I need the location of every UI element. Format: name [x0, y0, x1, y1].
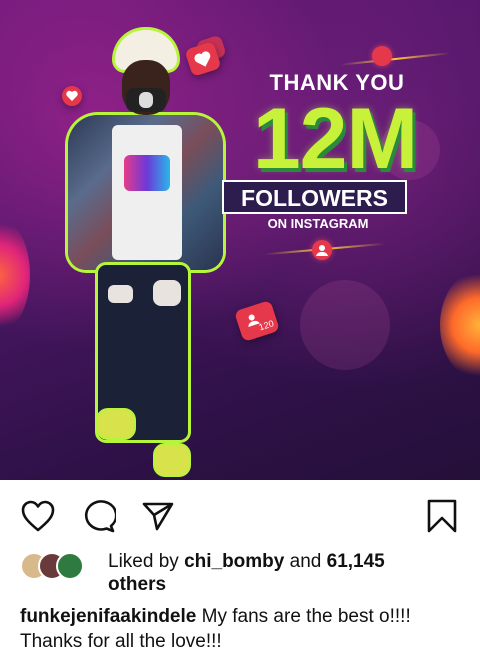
- light-streak: [340, 52, 450, 66]
- add-follower-icon: [312, 240, 332, 260]
- bookmark-icon[interactable]: [422, 496, 462, 536]
- shirt: [112, 125, 182, 260]
- notification-dot-icon: [372, 46, 392, 66]
- post-caption: funkejenifaakindele My fans are the best…: [20, 604, 460, 654]
- liker-avatars: [20, 552, 100, 582]
- likes-count[interactable]: 61,145: [327, 551, 385, 572]
- comment-bubble-icon[interactable]: [78, 496, 118, 536]
- follower-notification-icon: 120: [233, 299, 281, 343]
- paper-plane-icon[interactable]: [138, 496, 178, 536]
- person-figure: [60, 20, 235, 480]
- face-mask: [126, 88, 166, 112]
- liker-username-link[interactable]: chi_bomby: [184, 551, 284, 572]
- glow-decoration-right: [440, 270, 480, 380]
- likes-summary[interactable]: Liked by chi_bomby and 61,145 others: [108, 550, 448, 596]
- likes-prefix: Liked by: [108, 551, 179, 572]
- bokeh-light: [300, 280, 390, 370]
- likes-connector: and: [289, 551, 322, 572]
- sneaker-right: [155, 445, 189, 475]
- avatar[interactable]: [56, 552, 84, 580]
- heart-outline-icon[interactable]: [18, 496, 58, 536]
- on-instagram-label: ON INSTAGRAM: [267, 216, 369, 231]
- follower-count-headline: 12M: [252, 91, 418, 187]
- likes-others[interactable]: others: [108, 574, 166, 595]
- post-image[interactable]: 120 THANK YOU 12M FOLLOWERS ON INSTAGRAM: [0, 0, 480, 480]
- heart-bubble-icon: [62, 86, 82, 106]
- sneaker-left: [98, 410, 134, 438]
- followers-banner: FOLLOWERS: [222, 180, 407, 214]
- glow-decoration-left: [0, 215, 30, 335]
- followers-label: FOLLOWERS: [241, 185, 388, 211]
- caption-username-link[interactable]: funkejenifaakindele: [20, 606, 196, 627]
- post-action-bar: [0, 490, 480, 540]
